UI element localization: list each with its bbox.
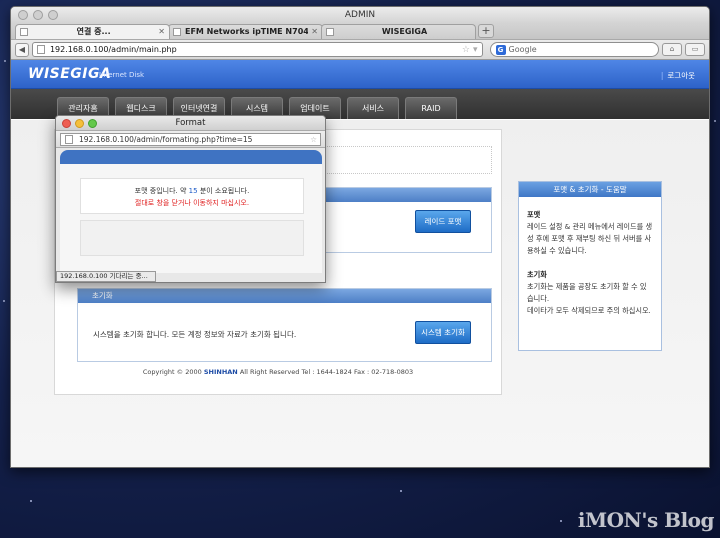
- bookmarks-icon[interactable]: ▭: [685, 43, 705, 56]
- site-header: WISEGIGA Internet Disk 로그아웃: [11, 60, 709, 89]
- popup-close-button[interactable]: [62, 119, 71, 128]
- format-progress-message: 포맷 중입니다. 약 15 분이 소요됩니다. 절대로 창을 닫거나 이동하지 …: [80, 178, 304, 214]
- star: [4, 60, 6, 62]
- minimize-button[interactable]: [33, 10, 43, 20]
- footer: Copyright © 2000 SHINHAN All Right Reser…: [54, 368, 502, 376]
- format-message-line1: 포맷 중입니다. 약 15 분이 소요됩니다.: [81, 185, 303, 197]
- format-minutes: 15: [188, 187, 198, 195]
- tab-label: EFM Networks ipTIME N704M: [185, 27, 309, 36]
- nav-toolbar: ◀ 192.168.0.100/admin/main.php ☆ ▾ G Goo…: [11, 40, 709, 60]
- help-panel: 포맷 & 초기화 - 도움말 포맷 레이드 설정 & 관리 메뉴에서 레이드를 …: [518, 181, 662, 351]
- tab-connecting[interactable]: 연결 중... ✕: [15, 24, 170, 39]
- popup-url-text: 192.168.0.100/admin/formating.php?time=1…: [79, 134, 253, 144]
- footer-prefix: Copyright © 2000: [142, 368, 202, 376]
- popup-title: Format: [175, 118, 206, 128]
- new-tab-button[interactable]: +: [478, 24, 494, 38]
- tab-iptime[interactable]: EFM Networks ipTIME N704M ✕: [168, 24, 323, 39]
- menu-raid[interactable]: RAID: [405, 97, 457, 119]
- progress-area: [80, 220, 304, 256]
- popup-address-bar[interactable]: 192.168.0.100/admin/formating.php?time=1…: [60, 132, 321, 146]
- help-format-text: 레이드 설정 & 관리 메뉴에서 레이드를 생성 후에 포맷 후 재부팅 하신 …: [527, 222, 653, 255]
- format-popup-window: Format 192.168.0.100/admin/formating.php…: [55, 115, 326, 283]
- popup-minimize-button[interactable]: [75, 119, 84, 128]
- address-bar[interactable]: 192.168.0.100/admin/main.php ☆ ▾: [31, 42, 483, 57]
- init-panel-title: 초기화: [78, 289, 491, 303]
- logo-subtitle: Internet Disk: [99, 71, 145, 79]
- bookmark-star-icon[interactable]: ☆: [462, 45, 470, 55]
- tab-close-icon[interactable]: ✕: [158, 25, 165, 39]
- tab-label: WISEGIGA: [381, 27, 428, 36]
- page-icon: [326, 28, 334, 36]
- help-init-title: 초기화: [527, 270, 547, 279]
- popup-window-controls: [62, 119, 97, 128]
- popup-zoom-button[interactable]: [88, 119, 97, 128]
- tab-wisegiga[interactable]: WISEGIGA: [321, 24, 476, 39]
- page-icon: [20, 28, 28, 36]
- help-init-warning: 데이타가 모두 삭제되므로 주의 하십시오.: [527, 306, 651, 315]
- logout-link[interactable]: 로그아웃: [661, 70, 695, 81]
- page-icon: [65, 134, 73, 144]
- help-body: 포맷 레이드 설정 & 관리 메뉴에서 레이드를 생성 후에 포맷 후 재부팅 …: [519, 197, 661, 317]
- search-input[interactable]: G Google: [489, 42, 659, 57]
- system-reset-button[interactable]: 시스템 초기화: [415, 321, 471, 344]
- back-arrow-icon[interactable]: ◀: [15, 42, 29, 57]
- footer-brand: SHINHAN: [203, 368, 238, 376]
- help-title: 포맷 & 초기화 - 도움말: [519, 182, 661, 197]
- raid-format-button[interactable]: 레이드 포맷: [415, 210, 471, 233]
- tab-close-icon[interactable]: ✕: [311, 25, 318, 39]
- page-icon: [36, 45, 45, 54]
- format-warning: 절대로 창을 닫거나 이동하지 마십시오.: [134, 199, 250, 207]
- desktop: { "window": { "title": "ADMIN" }, "tabs"…: [0, 0, 720, 538]
- star: [714, 120, 716, 122]
- help-init-text: 초기화는 제품을 공장도 초기화 할 수 있습니다.: [527, 282, 647, 303]
- format-message-post: 분이 소요됩니다.: [199, 187, 250, 195]
- google-icon: G: [495, 44, 506, 55]
- tab-bar: 연결 중... ✕ EFM Networks ipTIME N704M ✕ WI…: [11, 23, 709, 40]
- window-controls: [18, 10, 58, 20]
- star: [3, 300, 5, 302]
- close-button[interactable]: [18, 10, 28, 20]
- star: [560, 520, 562, 522]
- home-icon[interactable]: ⌂: [662, 43, 682, 56]
- title-bar: ADMIN: [11, 7, 709, 23]
- star: [30, 500, 32, 502]
- search-placeholder: Google: [508, 45, 537, 54]
- tab-label: 연결 중...: [76, 27, 111, 36]
- popup-status-bar: 192.168.0.100 기다리는 중...: [56, 271, 156, 282]
- watermark: iMON's Blog: [577, 508, 715, 532]
- footer-text: All Right Reserved Tel : 1644-1824 Fax :…: [239, 368, 414, 376]
- toolbar-right: ⌂ ▭: [662, 43, 705, 56]
- page-icon: [173, 28, 181, 36]
- address-text: 192.168.0.100/admin/main.php: [49, 45, 177, 54]
- popup-content: 포맷 중입니다. 약 15 분이 소요됩니다. 절대로 창을 닫거나 이동하지 …: [60, 150, 322, 273]
- bookmark-star-icon[interactable]: ☆: [310, 134, 317, 145]
- window-title: ADMIN: [344, 10, 376, 20]
- dropdown-icon[interactable]: ▾: [473, 45, 478, 55]
- popup-address-row: 192.168.0.100/admin/formating.php?time=1…: [56, 131, 325, 148]
- help-format-title: 포맷: [527, 210, 541, 219]
- zoom-button[interactable]: [48, 10, 58, 20]
- menu-service[interactable]: 서비스: [347, 97, 399, 119]
- init-description: 시스템을 초기화 합니다. 모든 계정 정보와 자료가 초기화 됩니다.: [93, 330, 297, 339]
- star: [400, 490, 402, 492]
- popup-title-bar: Format: [56, 116, 325, 131]
- format-message-pre: 포맷 중입니다. 약: [134, 187, 187, 195]
